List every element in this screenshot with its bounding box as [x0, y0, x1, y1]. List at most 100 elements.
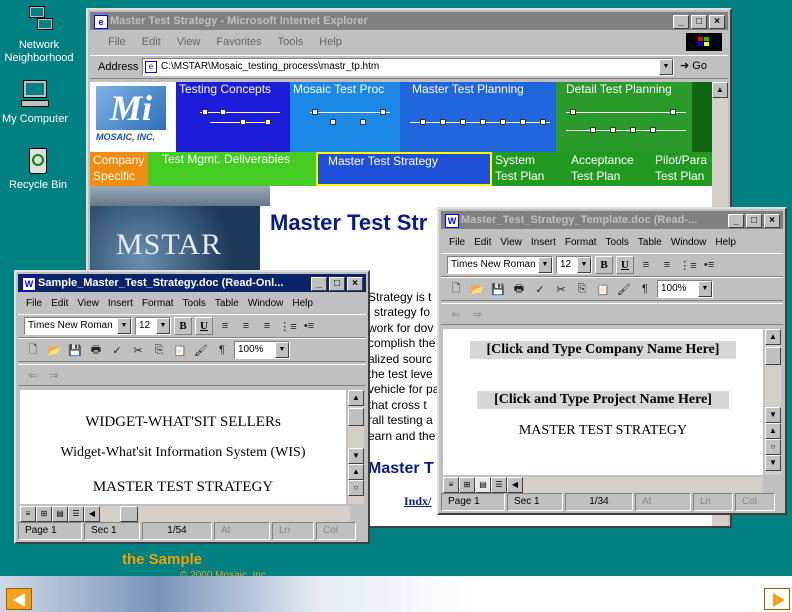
spelling-icon[interactable]: ✓ — [531, 280, 549, 298]
format-painter-icon[interactable]: 🖌 — [192, 341, 210, 359]
index-link[interactable]: Indx/ — [404, 494, 431, 509]
nav-testing-concepts[interactable]: Testing Concepts — [176, 82, 290, 152]
underline-button[interactable]: U — [616, 256, 634, 274]
underline-button[interactable]: U — [195, 317, 213, 335]
chevron-down-icon[interactable]: ▼ — [659, 59, 673, 75]
menu-help[interactable]: Help — [292, 298, 313, 309]
menu-help[interactable]: Help — [715, 237, 736, 248]
my-computer-desktop-icon[interactable]: My Computer — [0, 78, 73, 125]
next-page-icon[interactable]: ▼ — [765, 455, 781, 471]
forward-arrow-icon[interactable]: ⇒ — [45, 366, 63, 384]
menu-tools[interactable]: Tools — [278, 36, 304, 48]
nav-test-mgmt-deliverables[interactable]: Test Mgmt. Deliverables — [148, 152, 316, 186]
word-left-document[interactable]: WIDGET-WHAT'SIT SELLERs Widget-What'sit … — [20, 390, 346, 504]
cut-icon[interactable]: ✂ — [129, 341, 147, 359]
align-right-icon[interactable]: ≡ — [658, 256, 676, 274]
print-icon[interactable]: 🖶 — [87, 341, 105, 359]
align-center-icon[interactable]: ≡ — [237, 317, 255, 335]
close-button[interactable]: × — [709, 15, 725, 29]
menu-insert[interactable]: Insert — [531, 237, 556, 248]
save-icon[interactable]: 💾 — [489, 280, 507, 298]
maximize-button[interactable]: □ — [329, 277, 345, 291]
menu-tools[interactable]: Tools — [606, 237, 629, 248]
menu-edit[interactable]: Edit — [474, 237, 491, 248]
hscroll-thumb[interactable] — [120, 506, 138, 522]
back-arrow-icon[interactable]: ⇐ — [447, 305, 465, 323]
mosaic-logo[interactable]: Mi MOSAIC, INC. — [90, 82, 176, 160]
minimize-button[interactable]: _ — [673, 15, 689, 29]
company-name-placeholder[interactable]: [Click and Type Company Name Here] — [470, 341, 736, 359]
menu-file[interactable]: File — [108, 36, 126, 48]
menu-format[interactable]: Format — [565, 237, 597, 248]
menu-window[interactable]: Window — [248, 298, 284, 309]
numbered-list-icon[interactable]: ⋮≡ — [679, 256, 697, 274]
page-view-icon[interactable]: ▤ — [475, 477, 491, 493]
maximize-button[interactable]: □ — [691, 15, 707, 29]
close-button[interactable]: × — [347, 277, 363, 291]
spelling-icon[interactable]: ✓ — [108, 341, 126, 359]
copy-icon[interactable]: ⎘ — [150, 341, 168, 359]
word-left-horizontal-scrollbar[interactable]: ≡ ⊞ ▤ ☰ ◀ — [20, 506, 350, 522]
scroll-up-icon[interactable]: ▲ — [712, 82, 728, 98]
nav-extra[interactable] — [692, 82, 712, 152]
back-arrow-icon[interactable]: ⇐ — [24, 366, 42, 384]
copy-icon[interactable]: ⎘ — [573, 280, 591, 298]
menu-file[interactable]: File — [449, 237, 465, 248]
nav-mosaic-test-proc[interactable]: Mosaic Test Proc — [290, 82, 400, 152]
go-button[interactable]: ➜ Go — [680, 59, 707, 72]
prev-page-icon[interactable]: ▲ — [348, 464, 364, 480]
word-left-vertical-scrollbar[interactable]: ▲ ▼ ▲ ○ — [348, 390, 364, 504]
font-select[interactable]: Times New Roman ▼ — [447, 256, 553, 274]
align-left-icon[interactable]: ≡ — [216, 317, 234, 335]
save-icon[interactable]: 💾 — [66, 341, 84, 359]
paste-icon[interactable]: 📋 — [594, 280, 612, 298]
bullet-list-icon[interactable]: •≡ — [300, 317, 318, 335]
bullet-list-icon[interactable]: •≡ — [700, 256, 718, 274]
menu-view[interactable]: View — [500, 237, 522, 248]
page-view-icon[interactable]: ▤ — [52, 506, 68, 522]
align-left-icon[interactable]: ≡ — [637, 256, 655, 274]
font-size-select[interactable]: 12 ▼ — [135, 317, 171, 335]
web-view-icon[interactable]: ⊞ — [36, 506, 52, 522]
outline-view-icon[interactable]: ☰ — [68, 506, 84, 522]
bold-button[interactable]: B — [174, 317, 192, 335]
open-folder-icon[interactable]: 📂 — [468, 280, 486, 298]
scroll-up-icon[interactable]: ▲ — [348, 390, 364, 406]
network-neighborhood-desktop-icon[interactable]: Network Neighborhood — [1, 4, 77, 65]
menu-view[interactable]: View — [77, 298, 99, 309]
menu-edit[interactable]: Edit — [142, 36, 161, 48]
scroll-up-icon[interactable]: ▲ — [765, 329, 781, 345]
menu-tools[interactable]: Tools — [183, 298, 206, 309]
print-icon[interactable]: 🖶 — [510, 280, 528, 298]
menu-edit[interactable]: Edit — [51, 298, 68, 309]
menu-help[interactable]: Help — [319, 36, 342, 48]
maximize-button[interactable]: □ — [746, 214, 762, 228]
zoom-select[interactable]: 100% ▼ — [234, 341, 290, 359]
previous-slide-button[interactable] — [6, 588, 32, 610]
font-select[interactable]: Times New Roman ▼ — [24, 317, 132, 335]
scroll-down-icon[interactable]: ▼ — [348, 448, 364, 464]
paste-icon[interactable]: 📋 — [171, 341, 189, 359]
scroll-down-icon[interactable]: ▼ — [765, 407, 781, 423]
scroll-left-icon[interactable]: ◀ — [84, 506, 100, 522]
nav-company-specific[interactable]: Company Specific — [90, 152, 148, 186]
new-document-icon[interactable]: 🗋 — [24, 341, 42, 359]
format-painter-icon[interactable]: 🖌 — [615, 280, 633, 298]
nav-system-test-plan[interactable]: System Test Plan — [492, 152, 568, 186]
ie-title-bar[interactable]: e Master Test Strategy - Microsoft Inter… — [90, 12, 728, 30]
word-right-horizontal-scrollbar[interactable]: ≡ ⊞ ▤ ☰ ◀ — [443, 477, 763, 493]
chevron-down-icon[interactable]: ▼ — [117, 318, 131, 334]
word-right-title-bar[interactable]: W Master_Test_Strategy_Template.doc (Rea… — [441, 211, 783, 229]
minimize-button[interactable]: _ — [311, 277, 327, 291]
project-name-placeholder[interactable]: [Click and Type Project Name Here] — [477, 391, 729, 409]
menu-file[interactable]: File — [26, 298, 42, 309]
word-right-window[interactable]: W Master_Test_Strategy_Template.doc (Rea… — [437, 207, 787, 515]
word-left-title-bar[interactable]: W Sample_Master_Test_Strategy.doc (Read-… — [18, 274, 366, 292]
menu-insert[interactable]: Insert — [108, 298, 133, 309]
outline-view-icon[interactable]: ☰ — [491, 477, 507, 493]
word-right-vertical-scrollbar[interactable]: ▲ ▼ ▲ ○ ▼ — [765, 329, 781, 475]
menu-format[interactable]: Format — [142, 298, 174, 309]
scroll-thumb[interactable] — [765, 347, 781, 365]
nav-master-test-strategy[interactable]: Master Test Strategy — [316, 152, 492, 186]
zoom-select[interactable]: 100% ▼ — [657, 280, 713, 298]
